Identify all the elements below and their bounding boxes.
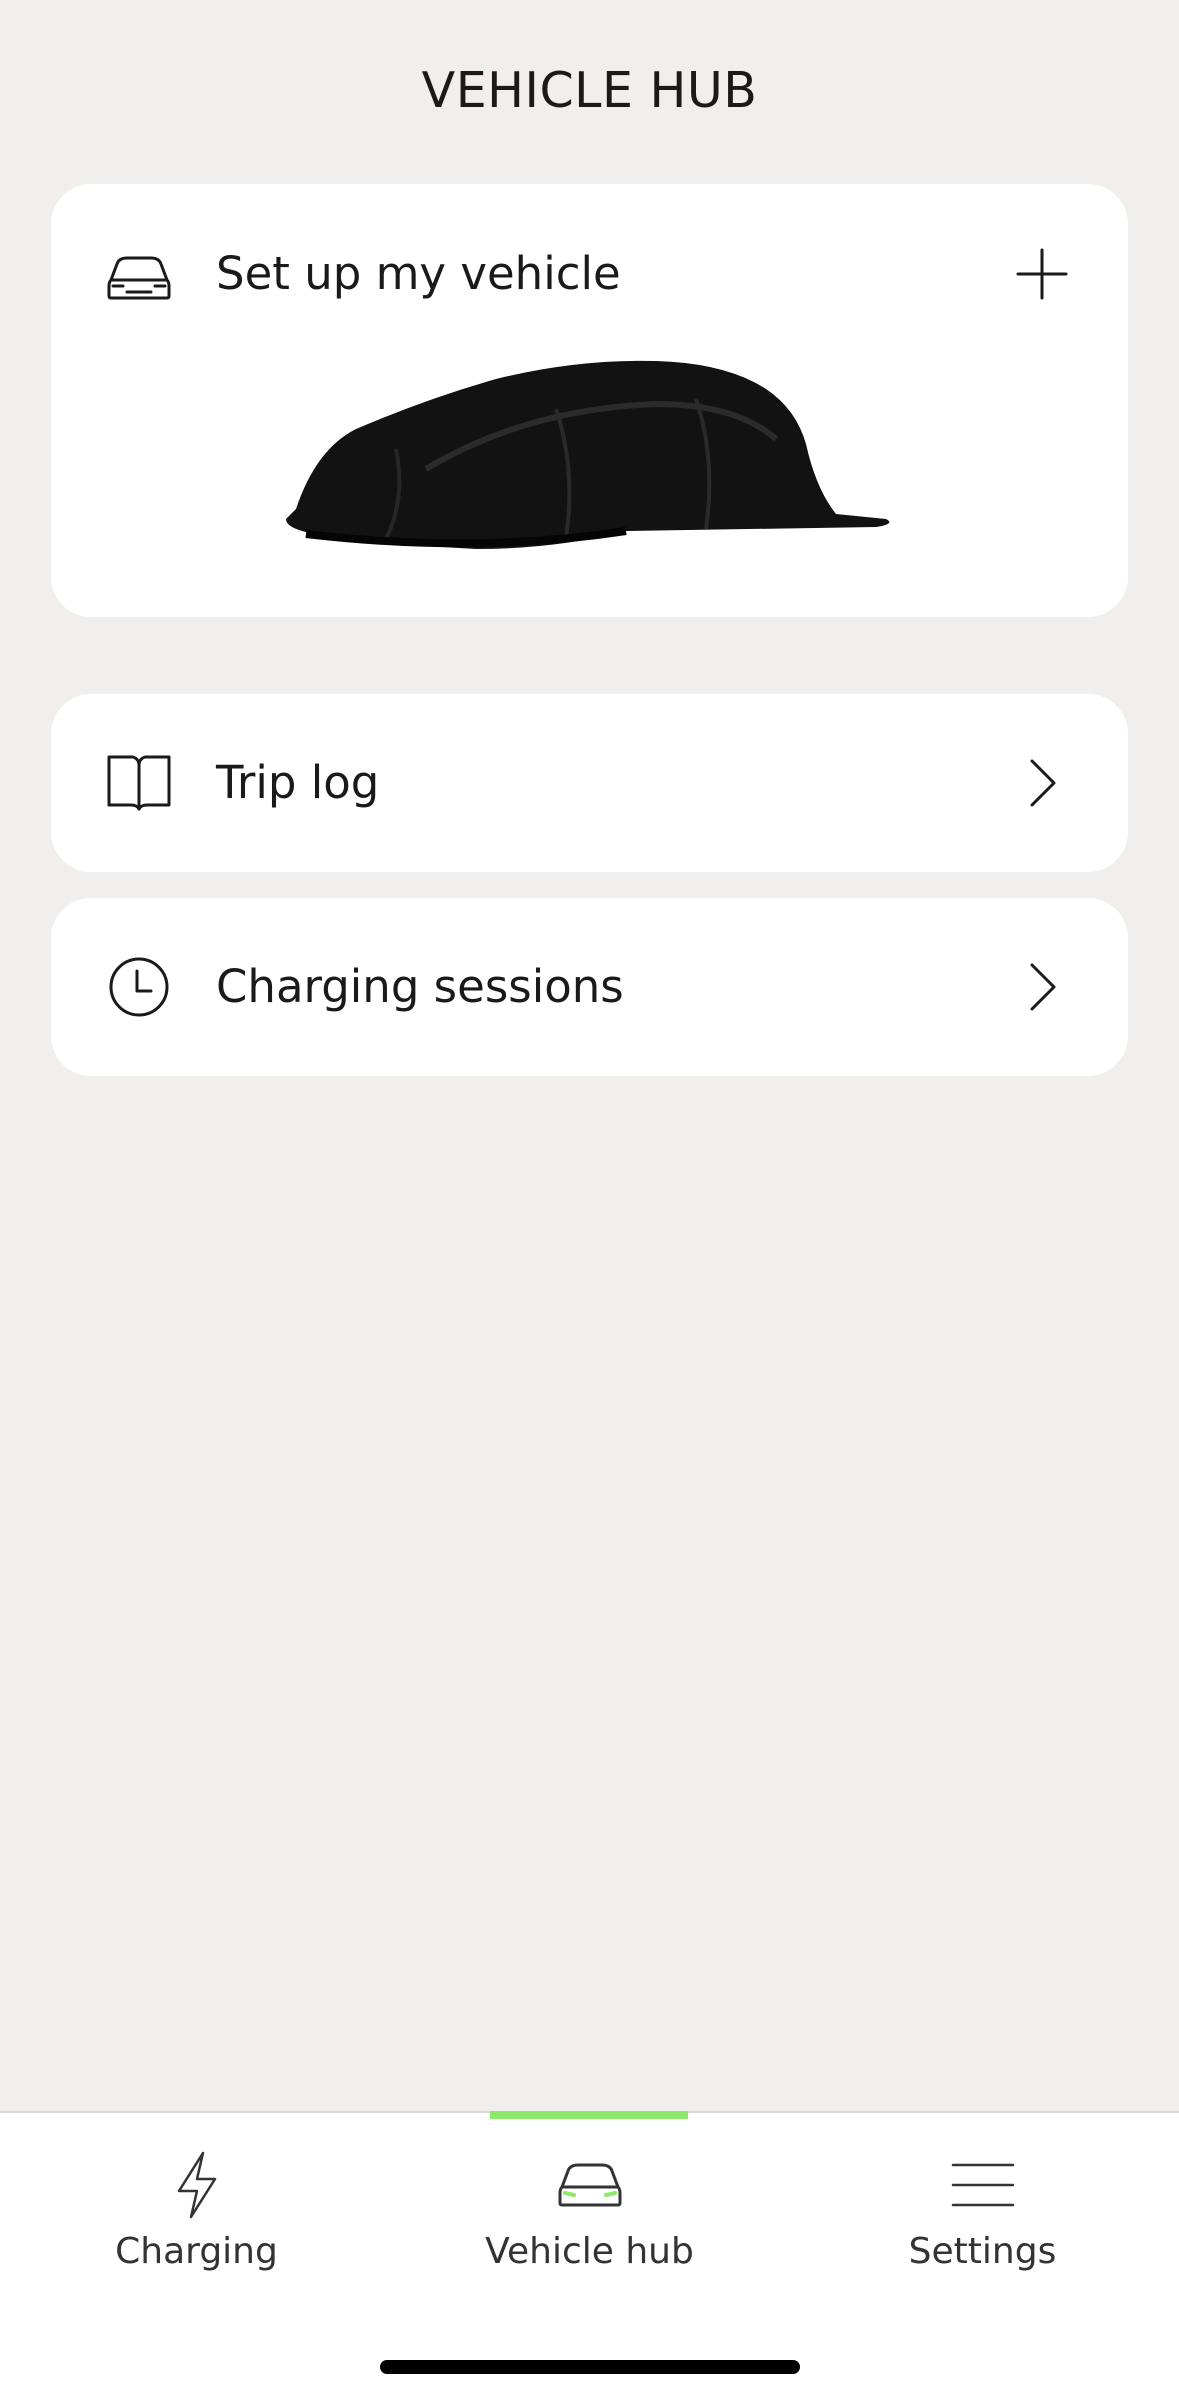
active-tab-indicator xyxy=(490,2111,688,2119)
setup-vehicle-card[interactable]: Set up my vehicle xyxy=(51,184,1128,617)
nav-item-charging[interactable]: Charging xyxy=(0,2113,393,2313)
nav-item-vehicle-hub[interactable]: Vehicle hub xyxy=(393,2111,786,2313)
book-icon xyxy=(107,755,171,811)
plus-icon[interactable] xyxy=(1012,244,1072,304)
charging-sessions-label: Charging sessions xyxy=(216,960,624,1013)
chevron-right-icon[interactable] xyxy=(1012,753,1072,813)
car-icon xyxy=(107,256,171,300)
nav-label-settings: Settings xyxy=(908,2231,1057,2272)
nav-label-charging: Charging xyxy=(115,2231,278,2272)
trip-log-label: Trip log xyxy=(216,756,380,809)
trip-log-card[interactable]: Trip log xyxy=(51,694,1128,872)
bottom-nav: Charging Vehicle hub Settings xyxy=(0,2111,1179,2399)
menu-icon xyxy=(951,2163,1015,2207)
chevron-right-icon[interactable] xyxy=(1012,957,1072,1017)
setup-vehicle-label: Set up my vehicle xyxy=(216,247,621,300)
page-title: VEHICLE HUB xyxy=(421,62,758,119)
car-icon xyxy=(558,2163,622,2207)
home-indicator xyxy=(380,2360,800,2374)
nav-item-settings[interactable]: Settings xyxy=(786,2113,1179,2313)
nav-label-vehicle-hub: Vehicle hub xyxy=(485,2231,694,2272)
charging-sessions-card[interactable]: Charging sessions xyxy=(51,898,1128,1076)
clock-icon xyxy=(109,957,169,1017)
covered-car-image xyxy=(286,360,890,549)
lightning-icon xyxy=(177,2151,217,2219)
